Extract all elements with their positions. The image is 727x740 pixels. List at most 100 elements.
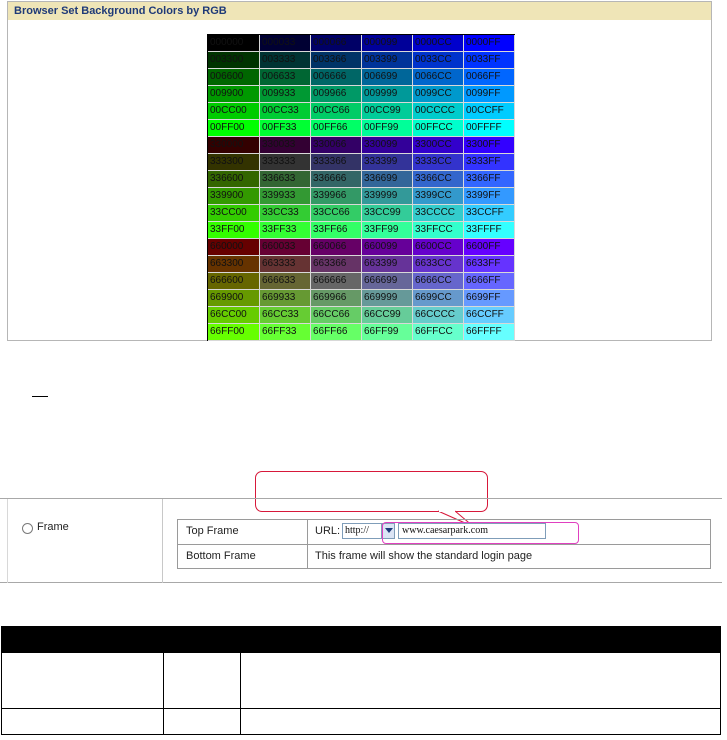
color-swatch: 0099CC — [413, 86, 464, 103]
color-swatch: 00CC99 — [362, 103, 413, 120]
color-swatch: 0000CC — [413, 35, 464, 52]
color-swatch: 000066 — [311, 35, 362, 52]
frame-settings-section: Frame Top Frame URL: http:// www.caesarp… — [0, 498, 722, 583]
color-swatch: 3300FF — [464, 137, 515, 154]
color-swatch: 66FFCC — [413, 324, 464, 341]
color-swatch: 33FFFF — [464, 222, 515, 239]
color-swatch: 0033FF — [464, 52, 515, 69]
url-label: URL: — [315, 525, 341, 537]
color-swatch: 33CCFF — [464, 205, 515, 222]
color-swatch: 330000 — [208, 137, 260, 154]
url-highlight-box — [382, 522, 579, 544]
color-swatch: 3399FF — [464, 188, 515, 205]
color-swatch: 336666 — [311, 171, 362, 188]
color-row: 663300 663333 663366 663399 6633CC 6633FF — [208, 256, 515, 273]
frame-radio-button[interactable] — [22, 523, 33, 534]
color-swatch: 660066 — [311, 239, 362, 256]
color-swatch: 0000FF — [464, 35, 515, 52]
color-swatch: 003300 — [208, 52, 260, 69]
color-row: 339900 339933 339966 339999 3399CC 3399FF — [208, 188, 515, 205]
color-swatch: 339999 — [362, 188, 413, 205]
color-swatch: 66CCCC — [413, 307, 464, 324]
color-swatch: 33FFCC — [413, 222, 464, 239]
color-swatch: 3300CC — [413, 137, 464, 154]
color-swatch: 66FF99 — [362, 324, 413, 341]
color-swatch: 003366 — [311, 52, 362, 69]
color-swatch: 666699 — [362, 273, 413, 290]
color-swatch: 660000 — [208, 239, 260, 256]
color-row: 333300 333333 333366 333399 3333CC 3333FF — [208, 154, 515, 171]
color-swatch: 00FF00 — [208, 120, 260, 137]
color-swatch: 336633 — [260, 171, 311, 188]
color-swatch: 669933 — [260, 290, 311, 307]
color-swatch: 663399 — [362, 256, 413, 273]
color-swatch: 3333CC — [413, 154, 464, 171]
color-swatch: 666633 — [260, 273, 311, 290]
color-swatch: 6600CC — [413, 239, 464, 256]
color-row: 33CC00 33CC33 33CC66 33CC99 33CCCC 33CCFF — [208, 205, 515, 222]
color-swatch: 33FF99 — [362, 222, 413, 239]
color-row: 66FF00 66FF33 66FF66 66FF99 66FFCC 66FFFF — [208, 324, 515, 341]
color-row: 009900 009933 009966 009999 0099CC 0099FF — [208, 86, 515, 103]
color-row: 669900 669933 669966 669999 6699CC 6699FF — [208, 290, 515, 307]
color-swatch: 660033 — [260, 239, 311, 256]
color-swatch: 00FF99 — [362, 120, 413, 137]
color-swatch: 6666FF — [464, 273, 515, 290]
color-swatch: 336600 — [208, 171, 260, 188]
color-swatch: 330066 — [311, 137, 362, 154]
rgb-color-grid: 000000 000033 000066 000099 0000CC 0000FF 0033… — [207, 34, 515, 341]
color-swatch: 33CC00 — [208, 205, 260, 222]
color-swatch: 333333 — [260, 154, 311, 171]
color-swatch: 669999 — [362, 290, 413, 307]
table-row — [1, 652, 721, 709]
color-swatch: 6666CC — [413, 273, 464, 290]
color-row: 006600 006633 006666 006699 0066CC 0066FF — [208, 69, 515, 86]
color-swatch: 666666 — [311, 273, 362, 290]
color-swatch: 33CC99 — [362, 205, 413, 222]
frame-option-label: Frame — [37, 521, 69, 533]
color-swatch: 009900 — [208, 86, 260, 103]
color-swatch: 000033 — [260, 35, 311, 52]
color-row: 660000 660033 660066 660099 6600CC 6600FF — [208, 239, 515, 256]
rgb-color-panel: Browser Set Background Colors by RGB 000… — [7, 1, 712, 341]
color-swatch: 3366CC — [413, 171, 464, 188]
color-swatch: 66CC33 — [260, 307, 311, 324]
color-swatch: 00CCFF — [464, 103, 515, 120]
color-swatch: 006699 — [362, 69, 413, 86]
color-swatch: 009966 — [311, 86, 362, 103]
protocol-select[interactable]: http:// — [342, 523, 382, 539]
color-row: 00CC00 00CC33 00CC66 00CC99 00CCCC 00CCFF — [208, 103, 515, 120]
color-swatch: 006666 — [311, 69, 362, 86]
color-swatch: 6699FF — [464, 290, 515, 307]
color-swatch: 33CC66 — [311, 205, 362, 222]
color-swatch: 663300 — [208, 256, 260, 273]
color-swatch: 339933 — [260, 188, 311, 205]
parameter-table — [1, 626, 721, 735]
color-swatch: 00FFFF — [464, 120, 515, 137]
bottom-frame-label: Bottom Frame — [186, 550, 256, 562]
color-swatch: 3333FF — [464, 154, 515, 171]
color-swatch: 336699 — [362, 171, 413, 188]
color-swatch: 66FF33 — [260, 324, 311, 341]
color-swatch: 33FF66 — [311, 222, 362, 239]
color-swatch: 33CCCC — [413, 205, 464, 222]
color-swatch: 006600 — [208, 69, 260, 86]
color-swatch: 669966 — [311, 290, 362, 307]
bottom-frame-description: This frame will show the standard login … — [315, 550, 533, 562]
color-swatch: 000099 — [362, 35, 413, 52]
color-swatch: 00FFCC — [413, 120, 464, 137]
color-swatch: 6633CC — [413, 256, 464, 273]
color-row: 336600 336633 336666 336699 3366CC 3366FF — [208, 171, 515, 188]
color-swatch: 66CC66 — [311, 307, 362, 324]
color-swatch: 666600 — [208, 273, 260, 290]
color-swatch: 00CC00 — [208, 103, 260, 120]
color-swatch: 003399 — [362, 52, 413, 69]
color-swatch: 330099 — [362, 137, 413, 154]
color-swatch: 6600FF — [464, 239, 515, 256]
color-swatch: 00CCCC — [413, 103, 464, 120]
color-swatch: 66CC00 — [208, 307, 260, 324]
color-swatch: 66CC99 — [362, 307, 413, 324]
color-swatch: 66CCFF — [464, 307, 515, 324]
color-swatch: 009933 — [260, 86, 311, 103]
color-swatch: 339900 — [208, 188, 260, 205]
